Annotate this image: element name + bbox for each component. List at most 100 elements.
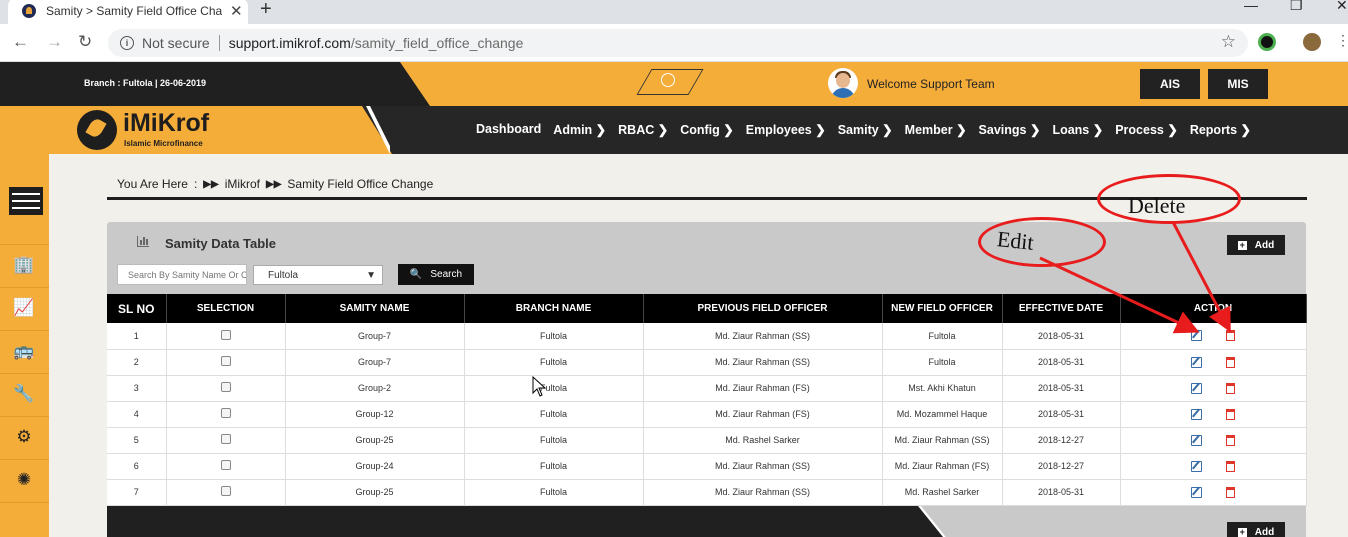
back-icon[interactable]: ← <box>12 32 29 52</box>
extension-icon[interactable] <box>1258 33 1276 51</box>
cell-action <box>1120 479 1307 506</box>
menu-dots-icon[interactable]: ⋮ <box>1336 32 1348 49</box>
search-icon: 🔍 <box>409 269 423 280</box>
add-button[interactable]: + Add <box>1227 235 1285 255</box>
browser-tab[interactable]: Samity > Samity Field Office Cha ✕ <box>8 0 248 24</box>
cell-branch-name: Fultola <box>464 479 644 506</box>
cell-samity-name: Group-25 <box>285 479 465 506</box>
tools-icon[interactable]: 🔧 <box>13 383 35 405</box>
nav-member[interactable]: Member ❯ <box>905 122 967 137</box>
col-branch-name: BRANCH NAME <box>464 294 644 323</box>
breadcrumb-home[interactable]: iMikrof <box>225 177 260 191</box>
nav-label: Config <box>680 123 720 137</box>
row-select-checkbox[interactable] <box>220 486 231 496</box>
trash-icon[interactable] <box>1226 356 1235 368</box>
edit-icon[interactable] <box>1191 434 1202 446</box>
cell-selection <box>166 349 286 376</box>
site-favicon-icon <box>22 4 36 18</box>
nav-dashboard[interactable]: Dashboard <box>476 122 541 137</box>
edit-icon[interactable] <box>1191 486 1202 498</box>
edit-icon[interactable] <box>1191 460 1202 472</box>
cog-icon[interactable]: ⚙ <box>13 426 35 448</box>
cell-action <box>1120 349 1307 376</box>
nav-samity[interactable]: Samity ❯ <box>838 122 893 137</box>
cell-previous-officer: Md. Ziaur Rahman (SS) <box>643 323 883 350</box>
row-select-checkbox[interactable] <box>220 434 231 444</box>
trash-icon[interactable] <box>1226 408 1235 420</box>
building-icon[interactable]: 🏢 <box>13 254 35 276</box>
nav-rbac[interactable]: RBAC ❯ <box>618 122 668 137</box>
trash-icon[interactable] <box>1226 486 1235 498</box>
bookmark-star-icon[interactable]: ☆ <box>1221 32 1236 52</box>
trash-icon[interactable] <box>1226 382 1235 394</box>
close-window-icon[interactable]: ✕ <box>1336 0 1348 14</box>
row-select-checkbox[interactable] <box>220 408 231 418</box>
plus-icon: + <box>1237 526 1247 537</box>
minimize-icon[interactable]: — <box>1244 0 1258 13</box>
nav-label: Employees <box>745 123 812 137</box>
nav-process[interactable]: Process ❯ <box>1115 122 1178 137</box>
hamburger-menu-icon[interactable] <box>9 187 43 215</box>
trash-icon[interactable] <box>1226 330 1235 342</box>
add-button-bottom[interactable]: + Add <box>1227 522 1285 537</box>
trash-icon[interactable] <box>1226 434 1235 446</box>
cell-selection <box>166 375 286 402</box>
row-select-checkbox[interactable] <box>220 382 231 392</box>
bus-icon[interactable]: 🚌 <box>13 340 35 362</box>
cell-sl-no: 1 <box>107 323 167 350</box>
row-select-checkbox[interactable] <box>220 329 231 340</box>
address-bar[interactable]: i Not secure support.imikrof.com/samity_… <box>108 29 1248 57</box>
edit-icon[interactable] <box>1191 408 1202 420</box>
cell-samity-name: Group-12 <box>285 401 465 428</box>
profile-avatar-icon[interactable] <box>1303 33 1321 51</box>
cell-sl-no: 7 <box>107 479 167 506</box>
forward-icon[interactable]: → <box>46 32 63 52</box>
trash-icon[interactable] <box>1226 460 1235 472</box>
table-row: 3 Group-2 Fultola Md. Ziaur Rahman (FS) Mst.… <box>107 375 1307 402</box>
nav-reports[interactable]: Reports ❯ <box>1190 122 1251 137</box>
url-host: support.imikrof.com <box>228 35 351 51</box>
nav-employees[interactable]: Employees ❯ <box>746 122 826 137</box>
cell-sl-no: 2 <box>107 349 167 376</box>
cell-action <box>1120 323 1307 350</box>
samity-search-input[interactable] <box>117 264 247 285</box>
edit-icon[interactable] <box>1191 382 1202 394</box>
cell-branch-name: Fultola <box>464 427 644 454</box>
branch-select[interactable]: Fultola ▼ <box>253 265 383 285</box>
cell-effective-date: 2018-12-27 <box>1002 427 1121 454</box>
nav-loans[interactable]: Loans ❯ <box>1052 122 1103 137</box>
col-sl-no: SL NO <box>107 294 167 323</box>
row-select-checkbox[interactable] <box>220 460 231 470</box>
network-icon[interactable]: ✺ <box>13 469 35 491</box>
user-avatar <box>828 68 858 98</box>
edit-icon[interactable] <box>1191 330 1202 342</box>
main-nav: Dashboard Admin ❯ RBAC ❯ Config ❯ Employ… <box>476 122 1263 137</box>
reload-icon[interactable]: ↻ <box>78 32 92 52</box>
nav-savings[interactable]: Savings ❯ <box>979 122 1041 137</box>
info-icon[interactable]: i <box>120 36 134 50</box>
new-tab-icon[interactable]: + <box>260 0 272 21</box>
header-top-bar: Branch : Fultola | 26-06-2019 Welcome Su… <box>0 62 1348 106</box>
col-previous-field-officer: PREVIOUS FIELD OFFICER <box>643 294 883 323</box>
nav-label: Process <box>1115 123 1164 137</box>
breadcrumb-current: Samity Field Office Change <box>287 177 434 191</box>
restore-icon[interactable]: ❐ <box>1290 0 1303 14</box>
nav-config[interactable]: Config ❯ <box>680 122 734 137</box>
edit-icon[interactable] <box>1191 356 1202 368</box>
row-select-checkbox[interactable] <box>220 356 231 366</box>
chart-icon[interactable]: 📈 <box>13 297 35 319</box>
cell-effective-date: 2018-05-31 <box>1002 349 1121 376</box>
cell-previous-officer: Md. Ziaur Rahman (SS) <box>643 479 883 506</box>
logo-area[interactable]: iMiKrof Islamic Microfinance <box>0 106 392 154</box>
cell-branch-name: Fultola <box>464 349 644 376</box>
tab-close-icon[interactable]: ✕ <box>230 2 243 20</box>
search-button[interactable]: 🔍 Search <box>398 264 474 285</box>
cell-new-officer: Mst. Akhi Khatun <box>882 375 1003 402</box>
cell-selection <box>166 401 286 428</box>
panel-title: Samity Data Table <box>165 236 277 251</box>
ais-button[interactable]: AIS <box>1140 69 1200 99</box>
browser-toolbar: ← → ↻ i Not secure support.imikrof.com/s… <box>0 24 1348 62</box>
nav-admin[interactable]: Admin ❯ <box>553 122 606 137</box>
cell-selection <box>166 479 286 506</box>
mis-button[interactable]: MIS <box>1208 69 1268 99</box>
